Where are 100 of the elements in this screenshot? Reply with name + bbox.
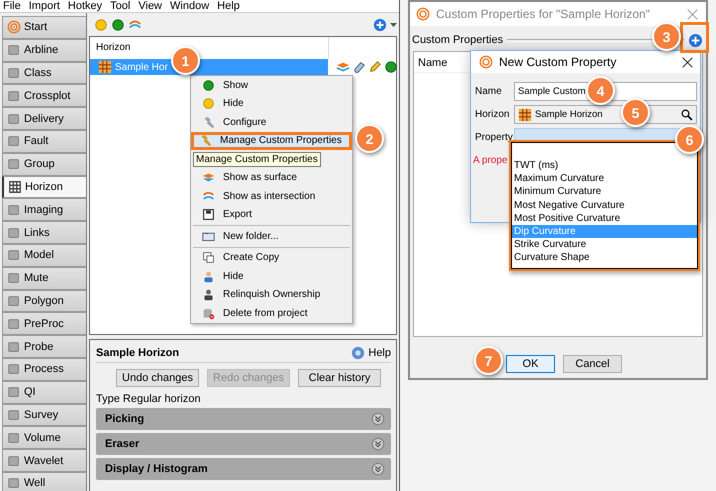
- menu-item[interactable]: Show: [196, 76, 352, 94]
- side-tab[interactable]: Class: [2, 62, 86, 84]
- close-icon: [687, 8, 698, 20]
- copy-icon: [202, 251, 215, 264]
- tile-icon: [7, 294, 21, 308]
- menu-item[interactable]: Hide: [196, 94, 352, 113]
- list-option[interactable]: Most Positive Curvature: [512, 212, 697, 225]
- field-label: Name: [475, 86, 503, 97]
- layers-icon: [202, 171, 215, 184]
- menu-item[interactable]: Manage Custom Properties: [191, 132, 352, 150]
- cancel-button[interactable]: Cancel: [563, 355, 622, 373]
- tile-icon: [7, 88, 21, 103]
- history-button[interactable]: Clear history: [298, 369, 381, 387]
- menu-item[interactable]: Delete from project: [196, 304, 352, 322]
- list-option[interactable]: Maximum Curvature: [512, 172, 697, 186]
- tooltip: Manage Custom Properties: [193, 152, 321, 167]
- eraser-icon: [352, 60, 366, 74]
- side-tab[interactable]: PreProc: [2, 312, 86, 336]
- tile-icon: [7, 385, 21, 400]
- caret-icon: [390, 22, 397, 26]
- menu-item[interactable]: Export: [196, 206, 352, 224]
- menu-item[interactable]: Import: [28, 0, 60, 12]
- side-tab[interactable]: Wavelet: [2, 449, 86, 472]
- side-tab[interactable]: Probe: [2, 335, 86, 358]
- side-tab[interactable]: Well: [2, 472, 86, 491]
- side-tab[interactable]: Model: [2, 244, 86, 267]
- person-icon: [202, 270, 215, 283]
- menu-item[interactable]: Show as intersection: [196, 187, 352, 206]
- field-label: Property: [475, 132, 514, 143]
- menu-item[interactable]: Hide: [196, 267, 352, 286]
- menu-item[interactable]: Show as surface: [196, 168, 352, 187]
- dot-icon: [94, 18, 108, 32]
- menu-item[interactable]: Tool: [110, 0, 130, 12]
- menu-item[interactable]: Relinquish Ownership: [196, 286, 352, 304]
- field-label: Horizon: [475, 109, 510, 120]
- side-tab[interactable]: Delivery: [2, 107, 86, 130]
- tile-icon: [7, 112, 21, 126]
- side-tab[interactable]: Imaging: [2, 198, 86, 222]
- side-tab[interactable]: Horizon: [2, 176, 87, 198]
- grid-icon: [98, 60, 112, 74]
- menu-item[interactable]: Create Copy: [196, 248, 352, 267]
- grid-icon: [518, 108, 532, 122]
- side-tab[interactable]: QI: [2, 380, 86, 404]
- dot-icon: [202, 78, 215, 92]
- side-tab[interactable]: Survey: [2, 404, 86, 426]
- target-icon: [479, 55, 493, 69]
- wrench-icon: [199, 134, 212, 148]
- window-title: Custom Properties for "Sample Horizon": [436, 7, 651, 21]
- side-tab[interactable]: Arbline: [2, 38, 86, 62]
- ok-button[interactable]: OK: [506, 355, 555, 373]
- section-header[interactable]: Display / Histogram: [96, 458, 391, 480]
- menu-item[interactable]: New folder...: [196, 227, 352, 246]
- tile-icon: [7, 226, 21, 240]
- menu-item[interactable]: Window: [170, 0, 210, 12]
- list-option[interactable]: Curvature Shape: [512, 251, 697, 264]
- add-icon[interactable]: [688, 32, 703, 48]
- section-header[interactable]: Picking: [96, 408, 391, 430]
- menu-item[interactable]: Configure: [196, 113, 352, 132]
- tile-icon: [7, 134, 21, 148]
- tile-icon: [7, 157, 21, 172]
- target-icon: [416, 7, 430, 21]
- menu-item[interactable]: Hotkey: [68, 0, 102, 12]
- side-tab[interactable]: Polygon: [2, 290, 86, 312]
- help-button[interactable]: Help: [351, 346, 391, 360]
- expand-icon: [371, 437, 385, 451]
- history-button[interactable]: Undo changes: [116, 369, 199, 387]
- expand-icon: [371, 462, 385, 476]
- menu-item[interactable]: Help: [217, 0, 240, 12]
- side-tab[interactable]: Crossplot: [2, 84, 86, 108]
- menu-item[interactable]: File: [3, 0, 21, 12]
- tile-icon: [7, 430, 21, 445]
- list-option[interactable]: Most Negative Curvature: [512, 198, 697, 212]
- list-option[interactable]: TWT (ms): [512, 159, 697, 172]
- tile-icon: [7, 408, 21, 422]
- help-icon: [351, 346, 366, 360]
- target-icon: [7, 20, 21, 34]
- section-header[interactable]: Eraser: [96, 433, 391, 455]
- add-icon: [373, 18, 387, 32]
- tile-icon: [7, 316, 21, 331]
- side-tab[interactable]: Volume: [2, 426, 86, 450]
- list-option[interactable]: Strike Curvature: [512, 238, 697, 252]
- side-tab[interactable]: Group: [2, 152, 86, 176]
- side-tab[interactable]: Start: [2, 16, 86, 39]
- panel-title: Sample Horizon: [96, 346, 180, 358]
- database-icon: [202, 306, 215, 320]
- side-tab[interactable]: Fault: [2, 130, 86, 153]
- group-label: Custom Properties: [412, 34, 504, 46]
- close-icon: [682, 56, 693, 68]
- type-label: Type Regular horizon: [96, 393, 202, 405]
- column-header: Horizon: [95, 41, 132, 55]
- search-icon: [681, 108, 693, 120]
- menu-item[interactable]: View: [138, 0, 162, 12]
- side-tab[interactable]: Process: [2, 358, 86, 381]
- side-tab[interactable]: Links: [2, 221, 86, 244]
- list-option[interactable]: Minimum Curvature: [512, 185, 697, 199]
- dot-icon: [111, 18, 125, 32]
- side-tab[interactable]: Mute: [2, 266, 86, 290]
- person-icon: [202, 288, 215, 302]
- tile-icon: [7, 476, 21, 490]
- layers-icon: [336, 60, 350, 74]
